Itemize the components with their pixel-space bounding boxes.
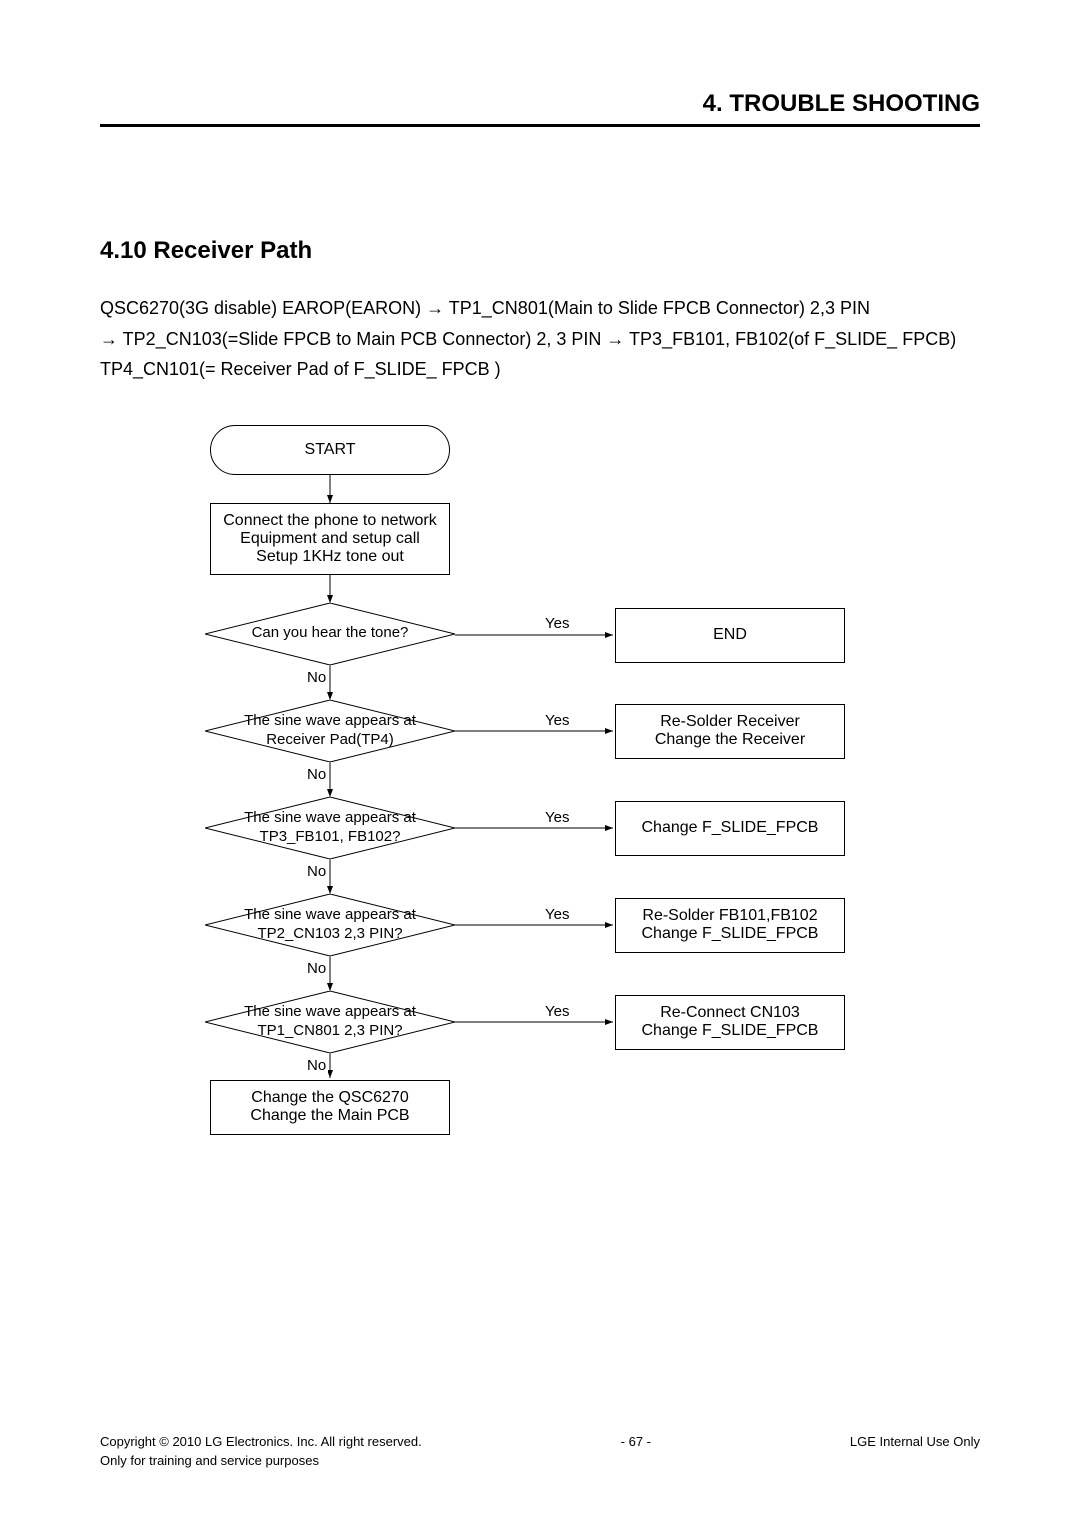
section-title: 4.10 Receiver Path bbox=[100, 237, 980, 265]
page-header: 4. TROUBLE SHOOTING bbox=[100, 90, 980, 127]
intro-line: → TP2_CN103(=Slide FPCB to Main PCB Conn… bbox=[100, 324, 980, 355]
decision-text: The sine wave appears at bbox=[244, 1003, 416, 1020]
no-label: No bbox=[305, 863, 328, 880]
intro-line: TP4_CN101(= Receiver Pad of F_SLIDE_ FPC… bbox=[100, 354, 980, 385]
start-node: START bbox=[210, 425, 450, 475]
action-line: Change F_SLIDE_FPCB bbox=[642, 819, 819, 837]
action-line: Change the Receiver bbox=[655, 731, 805, 749]
setup-line: Connect the phone to network bbox=[223, 512, 436, 530]
action-fb101: Re-Solder FB101,FB102 Change F_SLIDE_FPC… bbox=[615, 898, 845, 953]
decision-text: Receiver Pad(TP4) bbox=[266, 731, 394, 748]
intro-line: QSC6270(3G disable) EAROP(EARON) → TP1_C… bbox=[100, 293, 980, 324]
footer-left: Copyright © 2010 LG Electronics. Inc. Al… bbox=[100, 1433, 422, 1471]
decision-tone: Can you hear the tone? bbox=[205, 603, 455, 665]
decision-text: TP1_CN801 2,3 PIN? bbox=[257, 1022, 402, 1039]
decision-tp2: The sine wave appears at TP2_CN103 2,3 P… bbox=[205, 894, 455, 956]
footer-right: LGE Internal Use Only bbox=[850, 1433, 980, 1452]
yes-label: Yes bbox=[543, 1003, 571, 1020]
final-process: Change the QSC6270 Change the Main PCB bbox=[210, 1080, 450, 1135]
no-label: No bbox=[305, 960, 328, 977]
page-number: - 67 - bbox=[621, 1433, 651, 1452]
intro-text: QSC6270(3G disable) EAROP(EARON) → TP1_C… bbox=[100, 293, 980, 385]
action-receiver: Re-Solder Receiver Change the Receiver bbox=[615, 704, 845, 759]
action-line: Re-Connect CN103 bbox=[660, 1004, 800, 1022]
action-cn103: Re-Connect CN103 Change F_SLIDE_FPCB bbox=[615, 995, 845, 1050]
end-node: END bbox=[615, 608, 845, 663]
decision-tp3: The sine wave appears at TP3_FB101, FB10… bbox=[205, 797, 455, 859]
page-footer: Copyright © 2010 LG Electronics. Inc. Al… bbox=[100, 1433, 980, 1471]
header-title: 4. TROUBLE SHOOTING bbox=[100, 90, 980, 118]
copyright-line: Copyright © 2010 LG Electronics. Inc. Al… bbox=[100, 1433, 422, 1452]
setup-line: Equipment and setup call bbox=[240, 530, 420, 548]
decision-tp4: The sine wave appears at Receiver Pad(TP… bbox=[205, 700, 455, 762]
start-label: START bbox=[305, 441, 356, 459]
no-label: No bbox=[305, 669, 328, 686]
yes-label: Yes bbox=[543, 615, 571, 632]
decision-text: Can you hear the tone? bbox=[252, 624, 409, 643]
setup-process: Connect the phone to network Equipment a… bbox=[210, 503, 450, 575]
flowchart: START Connect the phone to network Equip… bbox=[205, 425, 895, 1150]
decision-text: TP3_FB101, FB102? bbox=[260, 828, 401, 845]
decision-text: TP2_CN103 2,3 PIN? bbox=[257, 925, 402, 942]
setup-line: Setup 1KHz tone out bbox=[256, 548, 404, 566]
action-line: Change F_SLIDE_FPCB bbox=[642, 925, 819, 943]
action-fpcb1: Change F_SLIDE_FPCB bbox=[615, 801, 845, 856]
yes-label: Yes bbox=[543, 712, 571, 729]
final-line: Change the QSC6270 bbox=[251, 1089, 408, 1107]
yes-label: Yes bbox=[543, 906, 571, 923]
no-label: No bbox=[305, 766, 328, 783]
action-line: Change F_SLIDE_FPCB bbox=[642, 1022, 819, 1040]
copyright-line: Only for training and service purposes bbox=[100, 1452, 422, 1471]
decision-text: The sine wave appears at bbox=[244, 809, 416, 826]
action-line: Re-Solder Receiver bbox=[660, 713, 800, 731]
yes-label: Yes bbox=[543, 809, 571, 826]
decision-text: The sine wave appears at bbox=[244, 906, 416, 923]
action-line: Re-Solder FB101,FB102 bbox=[642, 907, 817, 925]
decision-text: The sine wave appears at bbox=[244, 712, 416, 729]
end-label: END bbox=[713, 626, 747, 644]
no-label: No bbox=[305, 1057, 328, 1074]
final-line: Change the Main PCB bbox=[250, 1107, 409, 1125]
decision-tp1: The sine wave appears at TP1_CN801 2,3 P… bbox=[205, 991, 455, 1053]
